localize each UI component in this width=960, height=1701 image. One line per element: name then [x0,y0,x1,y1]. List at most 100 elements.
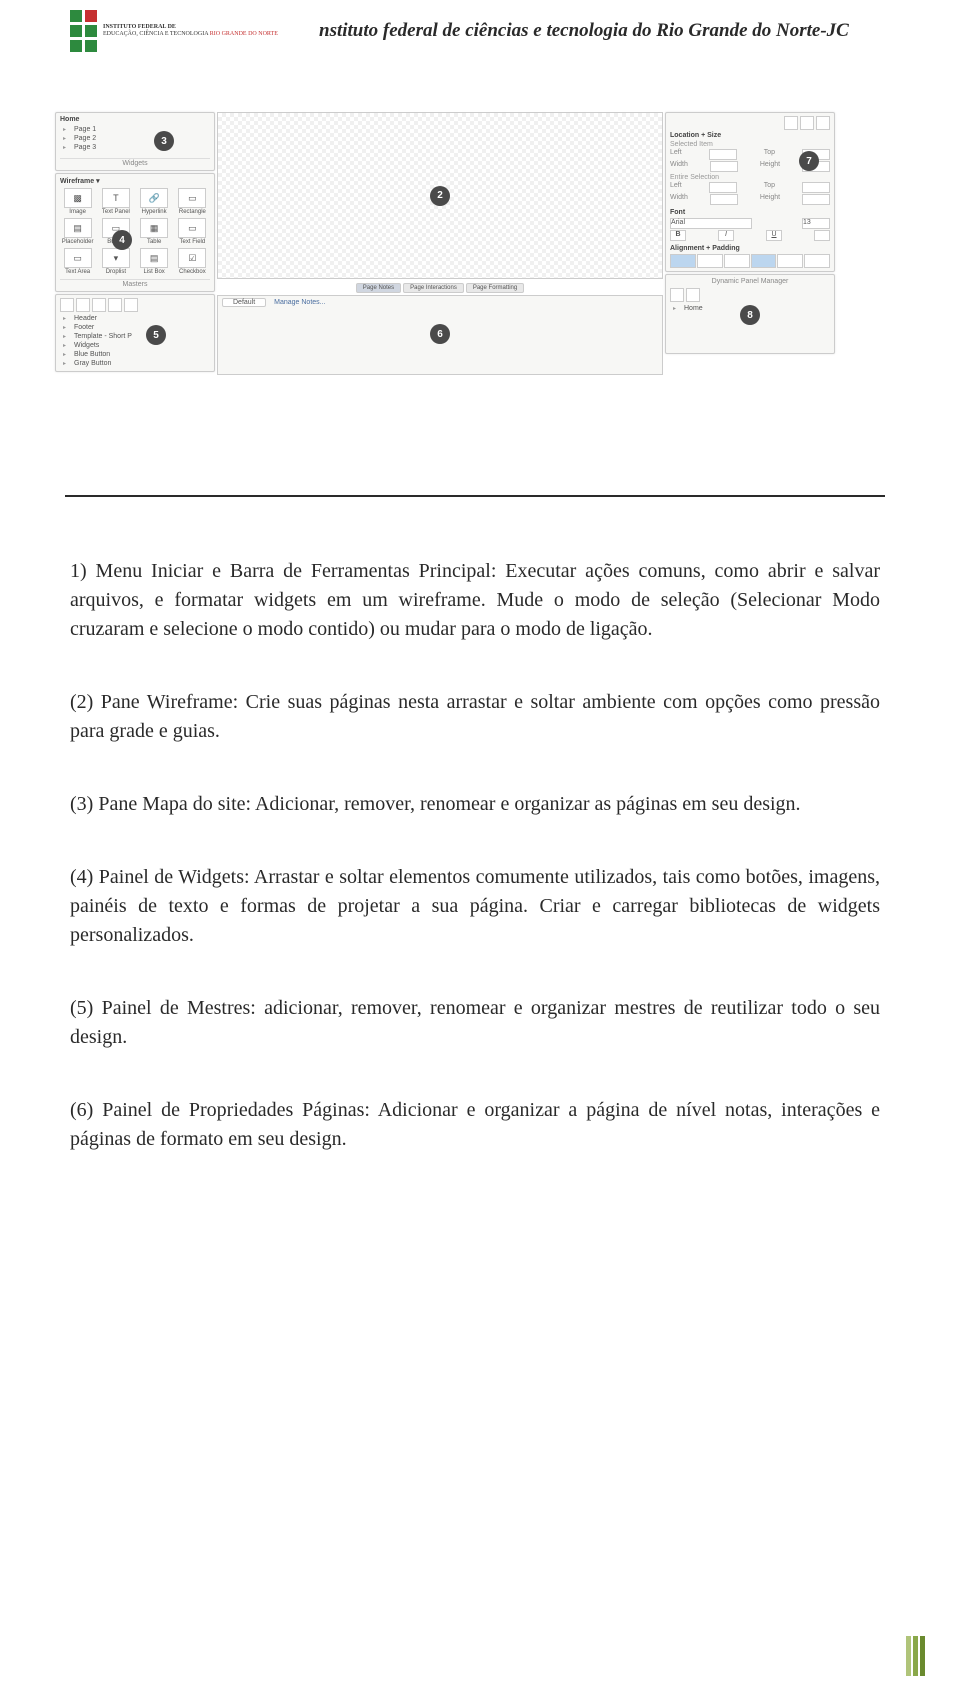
document-header: INSTITUTO FEDERAL DE EDUCAÇÃO, CIÊNCIA E… [70,10,880,52]
logo-line2: EDUCAÇÃO, CIÊNCIA E TECNOLOGIA [103,31,208,37]
dyn-tool-icon[interactable] [686,288,700,302]
left-label2: Left [670,182,682,193]
properties-panel: Location + Size Selected Item Left Top Wi… [665,112,835,272]
widget-list-box[interactable]: ▤List Box [137,248,172,275]
widget-text-area[interactable]: ▭Text Area [60,248,95,275]
master-item[interactable]: Footer [60,323,210,332]
height-label2: Height [760,194,780,205]
notes-default-select[interactable]: Default [222,298,266,307]
location-size-section: Location + Size [670,132,830,139]
widget-text-panel[interactable]: TText Panel [98,188,133,215]
width-input[interactable] [710,161,738,172]
delete-icon[interactable] [124,298,138,312]
down-icon[interactable] [108,298,122,312]
widget-rectangle[interactable]: ▭Rectangle [175,188,210,215]
underline-button[interactable]: U [766,230,782,241]
height-label: Height [760,161,780,172]
valign-top-button[interactable] [751,254,777,268]
widgets-panel: Wireframe ▾ 4 ▩ImageTText Panel🔗Hyperlin… [55,173,215,292]
top-input2[interactable] [802,182,830,193]
callout-7: 7 [799,151,819,171]
widget-image[interactable]: ▩Image [60,188,95,215]
paragraph-3: (3) Pane Mapa do site: Adicionar, remove… [70,790,880,819]
callout-4: 4 [112,230,132,250]
sitemap-page[interactable]: Page 3 [60,143,210,152]
page-properties-tabs: Page Notes Page Interactions Page Format… [217,283,663,293]
dyn-title: Dynamic Panel Manager [670,278,830,285]
tab-page-formatting[interactable]: Page Formatting [466,283,524,293]
sitemap-page[interactable]: Page 1 [60,125,210,134]
tool-icon[interactable] [784,116,798,130]
master-item[interactable]: Blue Button [60,350,210,359]
logo-line1: INSTITUTO FEDERAL DE [103,24,278,31]
left-input[interactable] [709,149,737,160]
align-left-button[interactable] [670,254,696,268]
selected-item-label: Selected Item [670,141,830,148]
master-item[interactable]: Template - Short P [60,332,210,341]
top-label2: Top [764,182,775,193]
paragraph-2: (2) Pane Wireframe: Crie suas páginas ne… [70,688,880,746]
callout-2: 2 [430,186,450,206]
section-divider [65,495,885,497]
valign-bottom-button[interactable] [804,254,830,268]
widget-placeholder[interactable]: ▤Placeholder [60,218,95,245]
manage-notes-link[interactable]: Manage Notes... [274,299,325,306]
tool-icon[interactable] [816,116,830,130]
paragraph-5: (5) Painel de Mestres: adicionar, remove… [70,994,880,1052]
callout-5: 5 [146,325,166,345]
top-label: Top [764,149,775,160]
tab-page-interactions[interactable]: Page Interactions [403,283,464,293]
left-input2[interactable] [709,182,737,193]
masters-panel: HeaderFooterTemplate - Short PWidgetsBlu… [55,294,215,372]
align-center-button[interactable] [697,254,723,268]
widgets-label: Widgets [60,158,210,167]
wireframe-canvas[interactable]: 2 [217,112,663,279]
left-label: Left [670,149,682,160]
widget-text-field[interactable]: ▭Text Field [175,218,210,245]
page-title: nstituto federal de ciências e tecnologi… [278,20,880,42]
paragraph-6: (6) Painel de Propriedades Páginas: Adic… [70,1096,880,1154]
font-select[interactable]: Arial [670,218,752,229]
color-button[interactable] [814,230,830,241]
paragraph-4: (4) Painel de Widgets: Arrastar e soltar… [70,863,880,950]
footer-decoration [906,1636,925,1676]
add-master-icon[interactable] [60,298,74,312]
notes-panel: Default Manage Notes... 6 [217,295,663,375]
dyn-tool-icon[interactable] [670,288,684,302]
logo-line3: RIO GRANDE DO NORTE [210,31,278,37]
sitemap-page[interactable]: Page 2 [60,134,210,143]
institution-logo: INSTITUTO FEDERAL DE EDUCAÇÃO, CIÊNCIA E… [70,10,278,52]
tool-icon[interactable] [800,116,814,130]
master-item[interactable]: Gray Button [60,359,210,368]
sitemap-panel: Home Page 1 Page 2 Page 3 3 Widgets [55,112,215,171]
bold-button[interactable]: B [670,230,686,241]
master-item[interactable]: Header [60,314,210,323]
tab-page-notes[interactable]: Page Notes [356,283,401,293]
italic-button[interactable]: I [718,230,734,241]
add-folder-icon[interactable] [76,298,90,312]
entire-selection-label: Entire Selection [670,174,830,181]
width-label: Width [670,161,688,172]
sitemap-title: Home [60,116,210,123]
widget-checkbox[interactable]: ☑Checkbox [175,248,210,275]
callout-3: 3 [154,131,174,151]
font-section: Font [670,209,830,216]
widget-table[interactable]: ▦Table [137,218,172,245]
width-input2[interactable] [710,194,738,205]
up-icon[interactable] [92,298,106,312]
paragraph-1: 1) Menu Iniciar e Barra de Ferramentas P… [70,557,880,644]
align-right-button[interactable] [724,254,750,268]
height-input2[interactable] [802,194,830,205]
master-item[interactable]: Widgets [60,341,210,350]
font-size-input[interactable]: 13 [802,218,830,229]
widgets-library-selector[interactable]: Wireframe ▾ [60,177,210,185]
dynamic-panel-manager: Dynamic Panel Manager Home 8 [665,274,835,354]
widget-droplist[interactable]: ▾Droplist [98,248,133,275]
width-label2: Width [670,194,688,205]
valign-middle-button[interactable] [777,254,803,268]
widget-hyperlink[interactable]: 🔗Hyperlink [137,188,172,215]
callout-6: 6 [430,324,450,344]
masters-label: Masters [60,279,210,288]
alignment-section: Alignment + Padding [670,245,830,252]
axure-screenshot: Home Page 1 Page 2 Page 3 3 Widgets Wire… [55,112,835,375]
